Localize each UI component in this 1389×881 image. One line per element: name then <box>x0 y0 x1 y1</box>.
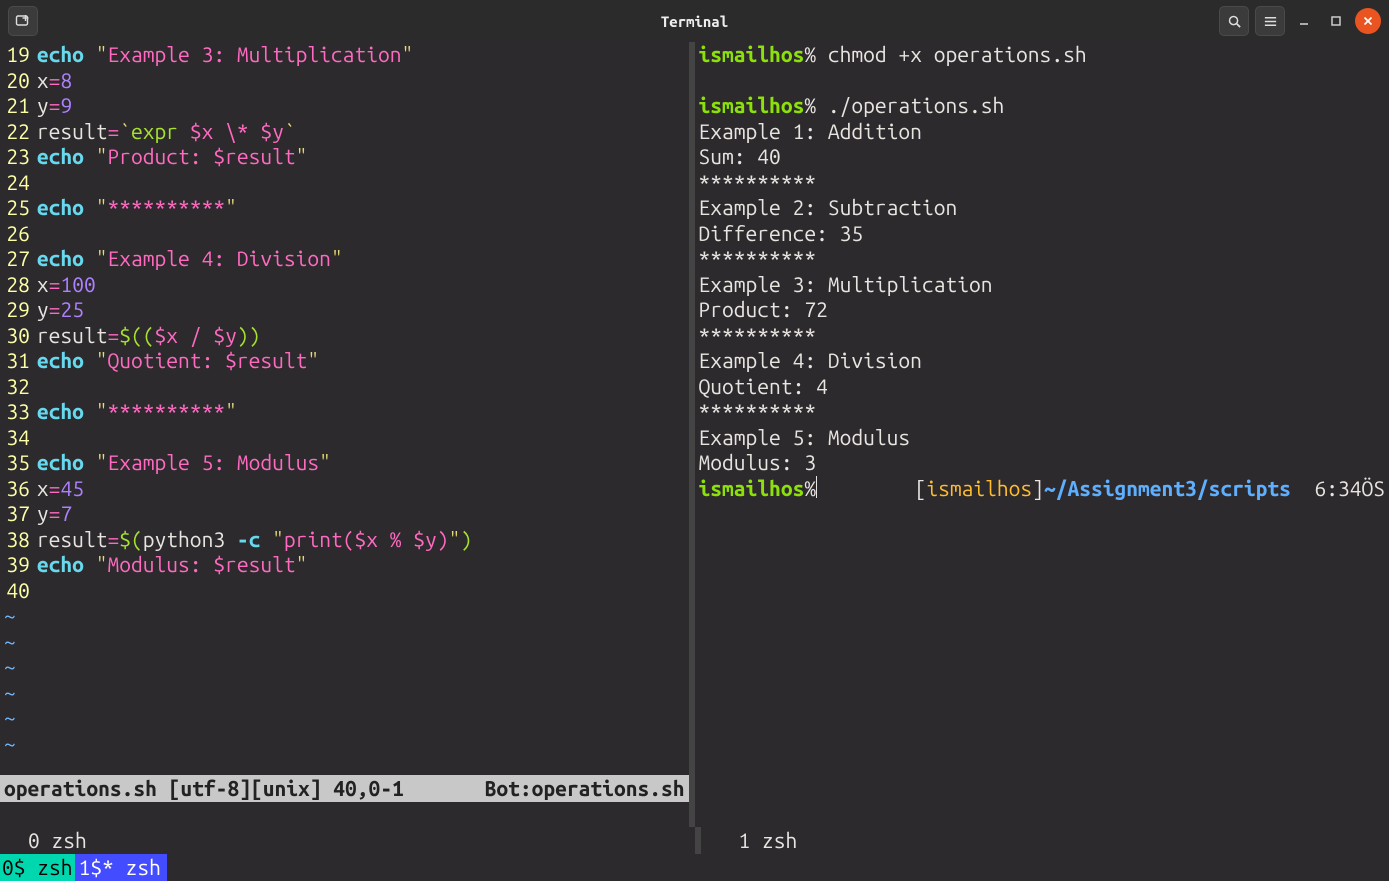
output-line: Example 4: Division <box>699 348 1386 374</box>
blank-line <box>699 68 1386 94</box>
minimize-button[interactable] <box>1291 8 1317 34</box>
tmux-pane-titles: 0 zsh 1 zsh <box>0 827 1389 854</box>
code-line: 19echo "Example 3: Multiplication" <box>4 42 685 68</box>
vim-buffer[interactable]: 19echo "Example 3: Multiplication"20x=82… <box>0 42 689 756</box>
code-line: 23echo "Product: $result" <box>4 144 685 170</box>
code-line: 29y=25 <box>4 297 685 323</box>
code-line: 31echo "Quotient: $result" <box>4 348 685 374</box>
prompt-line: ismailhos% chmod +x operations.sh <box>699 42 1386 68</box>
window-titlebar: Terminal <box>0 0 1389 42</box>
code-line: 32 <box>4 374 685 400</box>
line-number: 25 <box>4 195 30 221</box>
menu-button[interactable] <box>1255 6 1285 36</box>
output-line: ********** <box>699 170 1386 196</box>
vim-status-line: operations.sh [utf-8][unix] 40,0-1 Bot:o… <box>0 775 689 802</box>
window-title: Terminal <box>0 13 1389 30</box>
eof-line: ~ <box>4 654 685 680</box>
code-line: 36x=45 <box>4 476 685 502</box>
code-line: 34 <box>4 425 685 451</box>
eof-line: ~ <box>4 705 685 731</box>
output-line: Modulus: 3 <box>699 450 1386 476</box>
line-number: 32 <box>4 374 30 400</box>
eof-line: ~ <box>4 603 685 629</box>
hamburger-icon <box>1263 14 1278 29</box>
tmux-pane-title-left: 0 zsh <box>0 827 695 854</box>
code-line: 37y=7 <box>4 501 685 527</box>
code-line: 38result=$(python3 -c "print($x % $y)") <box>4 527 685 553</box>
eof-line: ~ <box>4 629 685 655</box>
line-number: 30 <box>4 323 30 349</box>
tmux-status-bar: 0$ zsh 1$* zsh <box>0 854 1389 881</box>
line-number: 28 <box>4 272 30 298</box>
output-line: Sum: 40 <box>699 144 1386 170</box>
vim-status-left: operations.sh [utf-8][unix] 40,0-1 <box>4 775 404 802</box>
new-tab-icon <box>15 13 31 29</box>
line-number: 36 <box>4 476 30 502</box>
vim-status-right: Bot:operations.sh <box>485 775 685 802</box>
line-number: 19 <box>4 42 30 68</box>
search-button[interactable] <box>1219 6 1249 36</box>
output-line: ********** <box>699 399 1386 425</box>
eof-line: ~ <box>4 731 685 757</box>
search-icon <box>1227 14 1242 29</box>
vim-cmdline[interactable] <box>0 802 689 828</box>
code-line: 25echo "**********" <box>4 195 685 221</box>
line-number: 34 <box>4 425 30 451</box>
output-line: Example 5: Modulus <box>699 425 1386 451</box>
minimize-icon <box>1298 15 1310 27</box>
code-line: 40 <box>4 578 685 604</box>
output-line: Example 3: Multiplication <box>699 272 1386 298</box>
code-line: 39echo "Modulus: $result" <box>4 552 685 578</box>
eof-line: ~ <box>4 680 685 706</box>
output-line: ********** <box>699 246 1386 272</box>
output-line: Example 2: Subtraction <box>699 195 1386 221</box>
line-number: 26 <box>4 221 30 247</box>
code-line: 26 <box>4 221 685 247</box>
code-line: 27echo "Example 4: Division" <box>4 246 685 272</box>
line-number: 24 <box>4 170 30 196</box>
maximize-icon <box>1330 15 1342 27</box>
tmux-panes: 19echo "Example 3: Multiplication"20x=82… <box>0 42 1389 827</box>
code-line: 28x=100 <box>4 272 685 298</box>
line-number: 21 <box>4 93 30 119</box>
close-icon <box>1362 15 1374 27</box>
line-number: 27 <box>4 246 30 272</box>
line-number: 38 <box>4 527 30 553</box>
code-line: 21y=9 <box>4 93 685 119</box>
line-number: 39 <box>4 552 30 578</box>
terminal-body: 19echo "Example 3: Multiplication"20x=82… <box>0 42 1389 881</box>
code-line: 30result=$(($x / $y)) <box>4 323 685 349</box>
terminal-window: Terminal <box>0 0 1389 881</box>
code-line: 24 <box>4 170 685 196</box>
line-number: 23 <box>4 144 30 170</box>
tmux-window-0[interactable]: 0$ zsh <box>0 854 75 881</box>
prompt-line-current[interactable]: ismailhos% [ismailhos] ~/Assignment3/scr… <box>699 476 1386 502</box>
line-number: 33 <box>4 399 30 425</box>
tmux-pane-title-right: 1 zsh <box>695 827 1389 854</box>
line-number: 40 <box>4 578 30 604</box>
line-number: 35 <box>4 450 30 476</box>
output-line: ********** <box>699 323 1386 349</box>
pane-right[interactable]: ismailhos% chmod +x operations.sh ismail… <box>695 42 1389 827</box>
line-number: 20 <box>4 68 30 94</box>
maximize-button[interactable] <box>1323 8 1349 34</box>
line-number: 29 <box>4 297 30 323</box>
line-number: 22 <box>4 119 30 145</box>
shell-output[interactable]: ismailhos% chmod +x operations.sh ismail… <box>695 42 1389 501</box>
line-number: 31 <box>4 348 30 374</box>
output-line: Difference: 35 <box>699 221 1386 247</box>
code-line: 35echo "Example 5: Modulus" <box>4 450 685 476</box>
code-line: 33echo "**********" <box>4 399 685 425</box>
code-line: 22result=`expr $x \* $y` <box>4 119 685 145</box>
line-number: 37 <box>4 501 30 527</box>
tmux-window-1-active[interactable]: 1$* zsh <box>75 854 167 881</box>
output-line: Quotient: 4 <box>699 374 1386 400</box>
output-line: Example 1: Addition <box>699 119 1386 145</box>
pane-left[interactable]: 19echo "Example 3: Multiplication"20x=82… <box>0 42 695 827</box>
close-button[interactable] <box>1355 8 1381 34</box>
code-line: 20x=8 <box>4 68 685 94</box>
prompt-line: ismailhos% ./operations.sh <box>699 93 1386 119</box>
new-tab-button[interactable] <box>8 6 38 36</box>
output-line: Product: 72 <box>699 297 1386 323</box>
